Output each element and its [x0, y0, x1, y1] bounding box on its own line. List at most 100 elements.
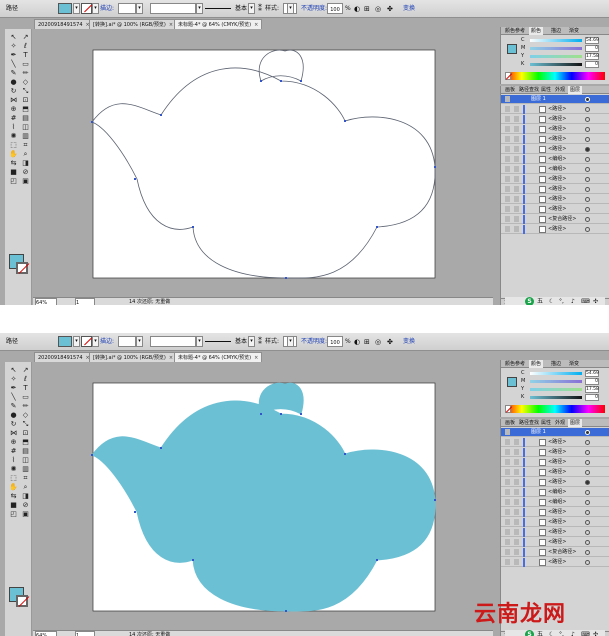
width-tool-icon[interactable]: ⋈ — [8, 96, 19, 104]
none-color-button[interactable] — [505, 405, 513, 413]
sublayer-row[interactable]: <编组> — [501, 498, 609, 507]
lock-icon[interactable] — [514, 519, 519, 525]
tab-attributes[interactable]: 属性 — [539, 86, 553, 94]
tab-gradient[interactable]: 渐变 — [567, 360, 581, 368]
fill-dropdown[interactable]: ▾ — [73, 3, 80, 14]
tab-stroke[interactable]: 描边 — [549, 360, 563, 368]
anchor-point[interactable] — [376, 559, 378, 561]
eye-icon[interactable] — [505, 489, 510, 495]
color-spectrum[interactable] — [505, 405, 605, 413]
sublayer-name[interactable]: <路径> — [548, 225, 566, 233]
sublayer-name[interactable]: <路径> — [548, 478, 566, 486]
transform-link[interactable]: 变换 — [403, 3, 415, 15]
magenta-slider[interactable]: M 0 — [521, 378, 606, 385]
lock-icon[interactable] — [514, 226, 519, 232]
anchor-point[interactable] — [91, 121, 93, 123]
anchor-point[interactable] — [376, 226, 378, 228]
eye-icon[interactable] — [505, 429, 510, 435]
sublayer-name[interactable]: <编组> — [548, 155, 566, 163]
stroke-label[interactable]: 描边: — [100, 3, 114, 15]
sublayer-row[interactable]: <路径> — [501, 468, 609, 477]
lock-icon[interactable] — [514, 529, 519, 535]
tab-color-guide[interactable]: 颜色参考 — [503, 360, 527, 368]
settings-icon[interactable]: ✣ — [593, 630, 598, 636]
sublayer-row[interactable]: <路径> — [501, 185, 609, 194]
layer-row[interactable]: 图层 1 — [501, 428, 609, 437]
mic-icon[interactable]: ♪ — [571, 297, 575, 305]
eye-icon[interactable] — [505, 499, 510, 505]
artboard-tool-icon[interactable]: ⬚ — [8, 141, 19, 149]
lock-icon[interactable] — [514, 126, 519, 132]
lock-icon[interactable] — [514, 106, 519, 112]
sublayer-name[interactable]: <编组> — [548, 488, 566, 496]
tab-appearance[interactable]: 外观 — [553, 86, 567, 94]
eye-icon[interactable] — [505, 469, 510, 475]
lasso-icon[interactable]: ℓ — [20, 42, 31, 50]
line-tool-icon[interactable]: ╲ — [8, 393, 19, 401]
target-icon[interactable] — [585, 430, 590, 435]
variable-width-select[interactable] — [150, 3, 196, 14]
tab-doc-2[interactable]: [转换].ai* @ 100% (RGB/预览) × — [89, 352, 178, 362]
fill-swatch[interactable] — [58, 336, 72, 347]
sublayer-name[interactable]: <路径> — [548, 558, 566, 566]
anchor-point[interactable] — [192, 559, 194, 561]
sublayer-row[interactable]: <路径> — [501, 115, 609, 124]
target-icon[interactable] — [585, 490, 590, 495]
hand-tool-icon[interactable]: ✋ — [8, 483, 19, 491]
style-dropdown[interactable]: ▾ — [287, 336, 294, 347]
eye-icon[interactable] — [505, 96, 510, 102]
anchor-point[interactable] — [280, 413, 282, 415]
tab-appearance[interactable]: 外观 — [553, 419, 567, 427]
sublayer-row[interactable]: <路径> — [501, 448, 609, 457]
screen-mode-icon[interactable]: ▣ — [20, 177, 31, 185]
lock-icon[interactable] — [514, 116, 519, 122]
anchor-point[interactable] — [344, 453, 346, 455]
sublayer-name[interactable]: <路径> — [548, 105, 566, 113]
lock-icon[interactable] — [514, 166, 519, 172]
target-icon[interactable] — [585, 560, 590, 565]
sublayer-row[interactable]: <路径> — [501, 458, 609, 467]
shape-builder-icon[interactable]: ⊕ — [8, 438, 19, 446]
sublayer-row[interactable]: <路径> — [501, 205, 609, 214]
isolate-icon[interactable]: ◎ — [375, 336, 381, 348]
anchor-point[interactable] — [160, 447, 162, 449]
blob-brush-icon[interactable]: ● — [8, 411, 19, 419]
weight-dropdown[interactable]: ▾ — [136, 336, 143, 347]
artboard-tool-icon[interactable]: ⬚ — [8, 474, 19, 482]
sublayer-name[interactable]: <复合路径> — [548, 215, 576, 223]
eye-icon[interactable] — [505, 216, 510, 222]
anchor-point[interactable] — [280, 80, 282, 82]
style-dropdown[interactable]: ▾ — [287, 3, 294, 14]
selection-tool-icon[interactable]: ↖ — [8, 33, 19, 41]
target-icon[interactable] — [585, 147, 590, 152]
eye-icon[interactable] — [505, 226, 510, 232]
eye-icon[interactable] — [505, 559, 510, 565]
tool-stroke-color[interactable] — [16, 262, 30, 274]
variable-width-dropdown[interactable]: ▾ — [196, 336, 203, 347]
eye-icon[interactable] — [505, 106, 510, 112]
cyan-slider[interactable]: C 54.69 — [521, 370, 606, 377]
tab-doc-3[interactable]: 未标题-4* @ 64% (CMYK/预览) × — [174, 19, 263, 29]
pencil-tool-icon[interactable]: ✏ — [20, 69, 31, 77]
eye-icon[interactable] — [505, 136, 510, 142]
target-icon[interactable] — [585, 540, 590, 545]
lock-icon[interactable] — [514, 459, 519, 465]
opacity-label[interactable]: 不透明度: — [301, 336, 327, 348]
sublayer-row[interactable]: <路径> — [501, 508, 609, 517]
eyedropper-icon[interactable]: ⌇ — [8, 456, 19, 464]
eye-icon[interactable] — [505, 196, 510, 202]
anchor-point[interactable] — [192, 226, 194, 228]
canvas[interactable] — [33, 29, 495, 297]
ime-icon[interactable]: S — [525, 297, 534, 305]
options-icon[interactable]: ✤ — [387, 3, 393, 15]
target-icon[interactable] — [585, 460, 590, 465]
close-icon[interactable]: × — [169, 22, 173, 28]
sublayer-name[interactable]: <路径> — [548, 448, 566, 456]
lock-icon[interactable] — [514, 479, 519, 485]
target-icon[interactable] — [585, 187, 590, 192]
sublayer-name[interactable]: <路径> — [548, 528, 566, 536]
target-icon[interactable] — [585, 157, 590, 162]
target-icon[interactable] — [585, 117, 590, 122]
tab-layers[interactable]: 图层 — [568, 86, 583, 94]
eye-icon[interactable] — [505, 166, 510, 172]
